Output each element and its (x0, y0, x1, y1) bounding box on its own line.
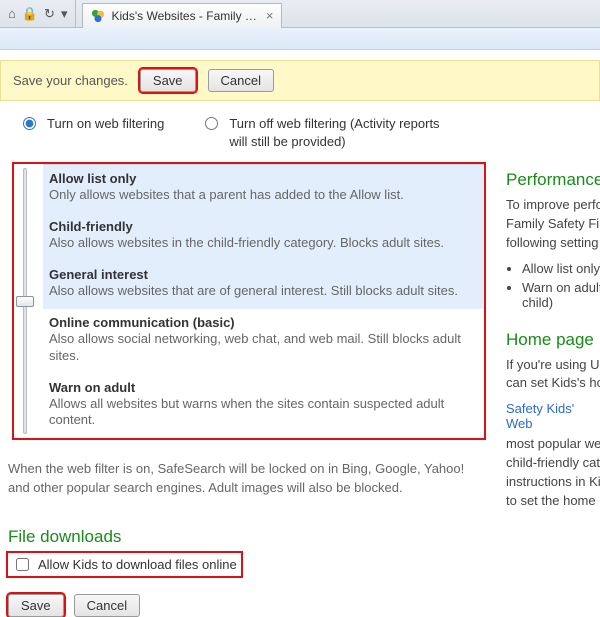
perf-heading: Performance (506, 170, 600, 190)
level-desc: Allows all websites but warns when the s… (49, 396, 474, 430)
filter-level-control: Allow list onlyOnly allows websites that… (14, 164, 484, 438)
radio-turn-on-label: Turn on web filtering (47, 115, 164, 133)
perf-item-1: Allow list only (522, 261, 600, 276)
level-3[interactable]: Online communication (basic)Also allows … (43, 309, 484, 374)
chrome-controls: ⌂ 🔒 ↻ ▾ (4, 0, 76, 27)
refresh-icon[interactable]: ↻ (44, 6, 55, 22)
level-title: Warn on adult (49, 380, 474, 395)
perf-list: Allow list only Warn on adultchild) (522, 261, 600, 310)
tab-favicon (91, 9, 105, 23)
home-text-2: most popular wechild-friendly catinstruc… (506, 435, 600, 510)
safety-kids-link[interactable]: Safety Kids' Web (506, 401, 574, 431)
cancel-button-bottom[interactable]: Cancel (74, 594, 140, 617)
perf-item-2: Warn on adultchild) (522, 280, 600, 310)
lock-icon[interactable]: 🔒 (22, 6, 38, 22)
tab-title: Kids's Websites - Family Sa... (111, 9, 259, 23)
level-title: Child-friendly (49, 219, 474, 234)
browser-tab[interactable]: Kids's Websites - Family Sa... × (82, 3, 282, 28)
save-button-top[interactable]: Save (140, 69, 196, 92)
cancel-button-top[interactable]: Cancel (208, 69, 274, 92)
level-desc: Also allows websites in the child-friend… (49, 235, 474, 252)
safesearch-note: When the web filter is on, SafeSearch wi… (8, 460, 468, 496)
sidebar: Performance To improve perfoFamily Safet… (506, 170, 600, 519)
radio-turn-off-input[interactable] (205, 117, 218, 130)
filter-toggle-group: Turn on web filtering Turn off web filte… (18, 115, 600, 150)
home-text-1: If you're using Ucan set Kids's ho (506, 356, 600, 394)
perf-text: To improve perfoFamily Safety Filtfollow… (506, 196, 600, 253)
level-title: Allow list only (49, 171, 474, 186)
close-icon[interactable]: × (266, 8, 274, 23)
radio-turn-on-input[interactable] (23, 117, 36, 130)
browser-tab-bar: ⌂ 🔒 ↻ ▾ Kids's Websites - Family Sa... × (0, 0, 600, 28)
home-heading: Home page (506, 330, 600, 350)
level-desc: Also allows social networking, web chat,… (49, 331, 474, 365)
level-slider[interactable] (14, 164, 36, 438)
unsaved-message: Save your changes. (13, 73, 128, 88)
home-icon[interactable]: ⌂ (8, 6, 16, 21)
level-desc: Also allows websites that are of general… (49, 283, 474, 300)
allow-downloads-checkbox[interactable] (16, 558, 29, 571)
level-title: Online communication (basic) (49, 315, 474, 330)
allow-downloads-row[interactable]: Allow Kids to download files online (8, 553, 241, 576)
allow-downloads-label: Allow Kids to download files online (38, 557, 237, 572)
save-button-bottom[interactable]: Save (8, 594, 64, 617)
level-0[interactable]: Allow list onlyOnly allows websites that… (43, 165, 484, 213)
level-list: Allow list onlyOnly allows websites that… (43, 164, 484, 438)
level-title: General interest (49, 267, 474, 282)
browser-subbar (0, 28, 600, 50)
unsaved-changes-bar: Save your changes. Save Cancel (0, 60, 600, 101)
level-4[interactable]: Warn on adultAllows all websites but war… (43, 374, 484, 439)
radio-turn-on[interactable]: Turn on web filtering (18, 115, 164, 150)
level-2[interactable]: General interestAlso allows websites tha… (43, 261, 484, 309)
bottom-buttons: Save Cancel (8, 594, 600, 617)
dropdown-icon[interactable]: ▾ (61, 6, 68, 22)
radio-turn-off[interactable]: Turn off web filtering (Activity reports… (200, 115, 460, 150)
slider-thumb[interactable] (16, 296, 34, 307)
level-desc: Only allows websites that a parent has a… (49, 187, 474, 204)
level-1[interactable]: Child-friendlyAlso allows websites in th… (43, 213, 484, 261)
downloads-heading: File downloads (8, 527, 600, 547)
radio-turn-off-label: Turn off web filtering (Activity reports… (229, 115, 460, 150)
